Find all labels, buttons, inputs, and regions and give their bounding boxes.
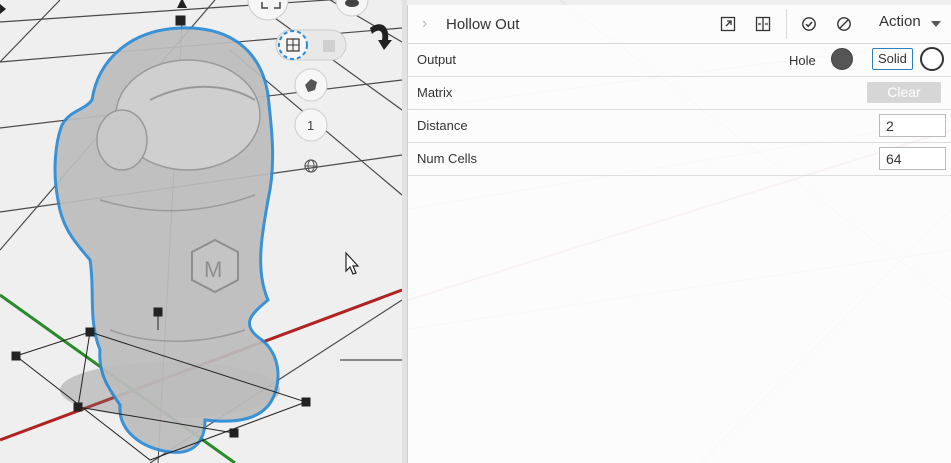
header-separator	[786, 9, 787, 39]
hole-option-radio[interactable]	[831, 48, 853, 70]
output-label: Output	[417, 52, 457, 67]
cancel-icon[interactable]	[833, 13, 855, 35]
num-cells-row: Num Cells	[408, 143, 951, 176]
output-row: Output Hole Solid	[408, 44, 951, 77]
clear-matrix-button[interactable]: Clear	[867, 82, 941, 103]
action-menu[interactable]: Action	[879, 13, 921, 30]
step-label: 1	[307, 118, 314, 133]
num-cells-label: Num Cells	[417, 151, 477, 166]
distance-input[interactable]	[879, 114, 946, 137]
model-ear	[96, 109, 148, 171]
bbox-handle[interactable]	[85, 327, 95, 337]
bbox-handle[interactable]	[301, 397, 311, 407]
bbox-handle[interactable]	[175, 15, 186, 26]
hole-label: Hole	[789, 53, 816, 68]
confirm-icon[interactable]	[798, 13, 820, 35]
bbox-handle[interactable]	[229, 428, 239, 438]
pop-out-icon[interactable]	[717, 13, 739, 35]
matrix-row: Matrix Clear	[408, 77, 951, 110]
action-caret-icon[interactable]	[931, 21, 941, 27]
move-up-arrow-icon[interactable]	[177, 0, 187, 8]
solid-option-radio[interactable]	[920, 47, 944, 71]
panel-header: › Hollow Out Action	[408, 5, 951, 44]
rotate-icon[interactable]	[370, 24, 392, 50]
bbox-handle[interactable]	[153, 307, 163, 317]
num-cells-input[interactable]	[879, 147, 946, 170]
model-badge-letter: M	[204, 257, 222, 282]
move-left-arrow-icon[interactable]	[0, 4, 6, 14]
distance-row: Distance	[408, 110, 951, 143]
fit-view-button[interactable]	[247, 0, 289, 21]
hollow-out-panel: › Hollow Out Action Output Hole Solid Ma…	[407, 5, 951, 463]
solid-option-button[interactable]: Solid	[872, 48, 913, 70]
bbox-handle[interactable]	[11, 351, 21, 361]
matrix-label: Matrix	[417, 85, 453, 100]
mouse-cursor-icon	[345, 251, 360, 275]
trash-icon[interactable]	[323, 40, 335, 52]
collapse-chevron-icon[interactable]: ›	[422, 15, 432, 33]
panel-title: Hollow Out	[446, 15, 520, 33]
distance-label: Distance	[417, 118, 468, 133]
split-view-icon[interactable]	[752, 13, 774, 35]
bbox-handle[interactable]	[73, 402, 83, 412]
